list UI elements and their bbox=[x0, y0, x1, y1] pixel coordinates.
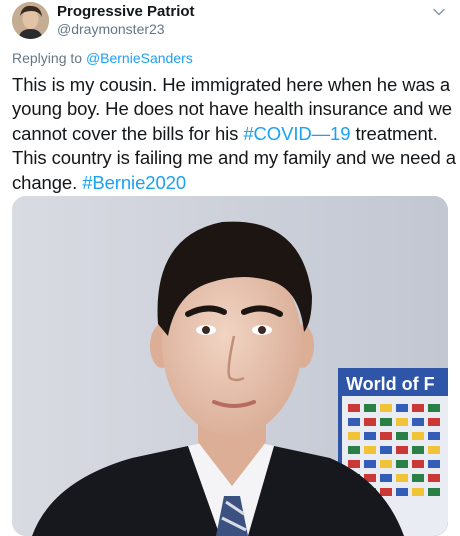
hashtag-covid19[interactable]: #COVID—19 bbox=[243, 123, 350, 144]
reply-mention-link[interactable]: @BernieSanders bbox=[86, 50, 193, 66]
tweet-line-text: cannot cover the bills for his bbox=[12, 122, 244, 144]
author-handle[interactable]: @draymonster23 bbox=[57, 21, 165, 37]
photo-portrait: World of F bbox=[12, 196, 448, 536]
tweet-line: This is my cousin. He immigrated here wh… bbox=[12, 74, 451, 95]
tweet-photo[interactable]: World of F bbox=[12, 196, 448, 536]
tweet-line: young boy. He does not have health insur… bbox=[12, 98, 452, 120]
tweet-line-text: treatment. bbox=[350, 122, 438, 144]
tweet-line: This country is failing me and my family… bbox=[12, 147, 456, 169]
chevron-down-icon[interactable] bbox=[432, 5, 446, 19]
reply-context: Replying to @BernieSanders bbox=[12, 50, 193, 66]
avatar-image bbox=[12, 2, 49, 39]
reply-prefix: Replying to bbox=[12, 50, 86, 66]
hashtag-bernie2020[interactable]: #Bernie2020 bbox=[82, 172, 186, 193]
tweet-text: This is my cousin. He immigrated here wh… bbox=[12, 73, 456, 195]
tweet-line: change. #Bernie2020 bbox=[12, 171, 452, 195]
tweet-line: cannot cover the bills for his #COVID—19… bbox=[12, 122, 452, 146]
poster-title: World of F bbox=[346, 374, 435, 394]
author-display-name[interactable]: Progressive Patriot bbox=[57, 3, 195, 20]
tweet-line-text: change. bbox=[12, 171, 83, 193]
tweet-card: Progressive Patriot @draymonster23 Reply… bbox=[0, 0, 460, 536]
author-avatar[interactable] bbox=[12, 2, 49, 39]
